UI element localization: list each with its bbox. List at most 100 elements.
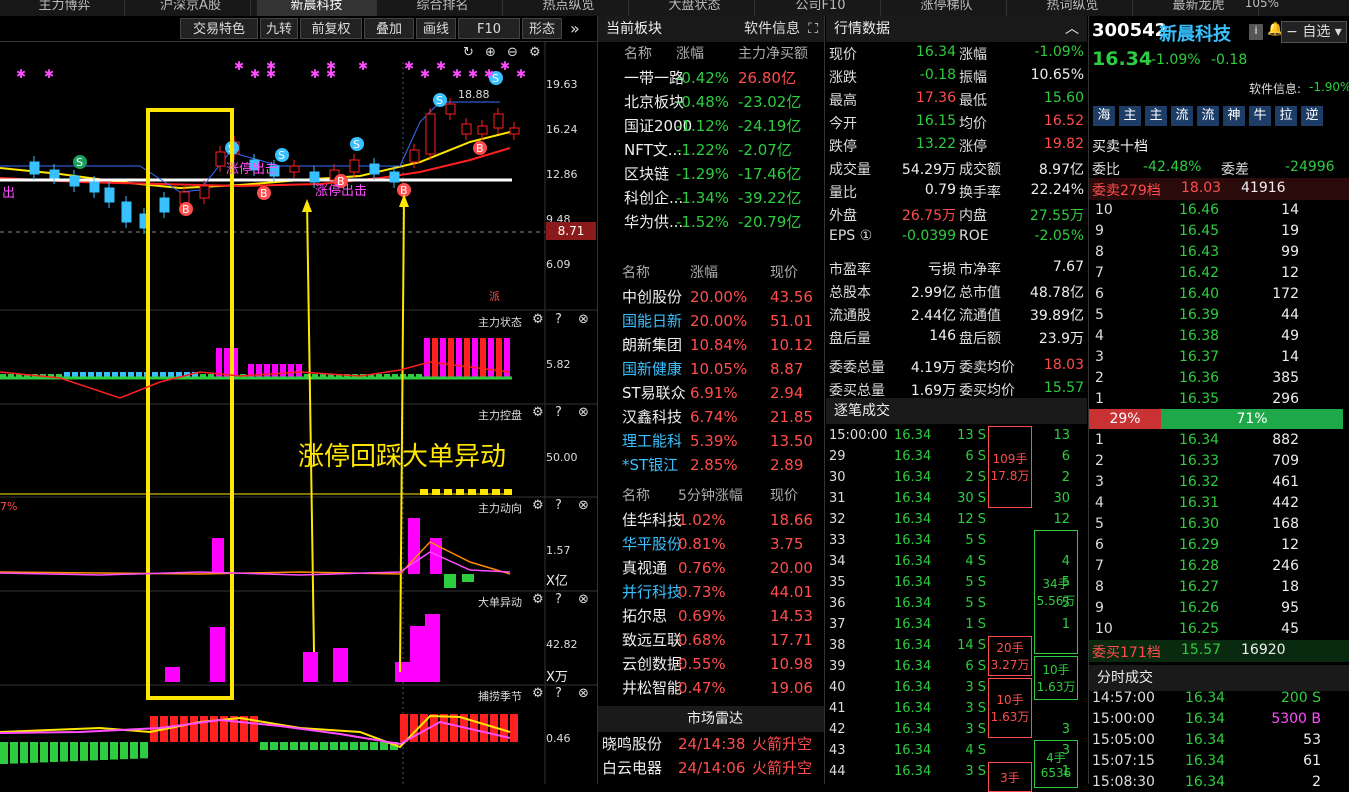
draw-line-button[interactable]: 画线 — [416, 18, 456, 39]
tab[interactable]: 沪深京A股 — [131, 0, 251, 16]
stock-name[interactable]: 新晨科技 — [1159, 20, 1231, 46]
panel-settings-icon[interactable]: ⚙ — [532, 686, 544, 701]
ask-price[interactable]: 16.37 — [1179, 349, 1219, 365]
stock-name-cell[interactable]: 拓尔思 — [622, 604, 667, 628]
expand-icon[interactable]: » — [570, 19, 580, 38]
bid-price[interactable]: 16.33 — [1179, 453, 1219, 469]
stock-name-cell[interactable]: 并行科技 — [622, 580, 682, 604]
value-cell: -1.22% — [676, 141, 730, 159]
stock-name-cell[interactable]: 中创股份 — [622, 285, 682, 309]
tag-badge[interactable]: 流 — [1197, 106, 1219, 126]
tab[interactable]: 涨停梯队 — [887, 0, 1007, 16]
bid-price[interactable]: 16.26 — [1179, 600, 1219, 616]
zoom-out-icon[interactable]: ⊖ — [507, 45, 518, 60]
tab[interactable]: 大盘状态 — [635, 0, 755, 16]
bid-price[interactable]: 16.27 — [1179, 579, 1219, 595]
stock-name-cell[interactable]: 科创企... — [624, 186, 683, 210]
help-icon[interactable]: ? — [555, 686, 562, 701]
nine-turn-button[interactable]: 九转 — [260, 18, 298, 39]
panel-settings-icon[interactable]: ⚙ — [532, 498, 544, 513]
ask-price[interactable]: 16.46 — [1179, 202, 1219, 218]
stock-name-cell[interactable]: 区块链 — [624, 162, 669, 186]
tag-badge[interactable]: 牛 — [1249, 106, 1271, 126]
ask-price[interactable]: 16.45 — [1179, 223, 1219, 239]
help-icon[interactable]: ? — [555, 405, 562, 420]
tag-badge[interactable]: 神 — [1223, 106, 1245, 126]
stock-name-cell[interactable]: 致远互联 — [622, 628, 682, 652]
stock-name-cell[interactable]: 国新健康 — [622, 357, 682, 381]
tag-badge[interactable]: 主 — [1119, 106, 1141, 126]
value-cell: 0.47% — [678, 679, 726, 697]
ask-price[interactable]: 16.40 — [1179, 286, 1219, 302]
help-icon[interactable]: ? — [555, 498, 562, 513]
stock-name-cell[interactable]: 佳华科技 — [622, 508, 682, 532]
tag-badge[interactable]: 逆 — [1301, 106, 1323, 126]
ask-price[interactable]: 16.36 — [1179, 370, 1219, 386]
close-icon[interactable]: ⊗ — [578, 592, 589, 607]
pattern-button[interactable]: 形态 — [522, 18, 562, 39]
stock-name-cell[interactable]: 真视通 — [622, 556, 667, 580]
close-icon[interactable]: ⊗ — [578, 686, 589, 701]
value-cell: -17.46亿 — [738, 165, 802, 183]
tab[interactable]: 综合排名 — [383, 0, 503, 16]
close-icon[interactable]: ⊗ — [578, 498, 589, 513]
refresh-icon[interactable]: ↻ — [463, 45, 474, 60]
bid-price[interactable]: 16.28 — [1179, 558, 1219, 574]
zoom-in-icon[interactable]: ⊕ — [485, 45, 496, 60]
stock-name-cell[interactable]: 国能日新 — [622, 309, 682, 333]
stock-name-cell[interactable]: 一带一路 — [624, 66, 684, 90]
panel-settings-icon[interactable]: ⚙ — [532, 592, 544, 607]
tab[interactable]: 最新龙虎 — [1139, 0, 1259, 16]
stock-name-cell[interactable]: NFT文... — [624, 138, 682, 162]
tab[interactable]: 热点纵览 — [509, 0, 629, 16]
trade-feature-button[interactable]: 交易特色 — [180, 18, 258, 39]
bid-price[interactable]: 16.30 — [1179, 516, 1219, 532]
tag-badge[interactable]: 海 — [1093, 106, 1115, 126]
stock-name-cell[interactable]: 华为供... — [624, 210, 683, 234]
ask-price[interactable]: 16.35 — [1179, 391, 1219, 407]
close-icon[interactable]: ⊗ — [578, 312, 589, 327]
help-icon[interactable]: ? — [555, 592, 562, 607]
state-bar — [280, 364, 286, 378]
season-bar — [290, 742, 298, 750]
f10-dropdown[interactable]: F10 — [458, 18, 520, 39]
value-cell: 2.89 — [770, 456, 804, 474]
tag-badge[interactable]: 拉 — [1275, 106, 1297, 126]
value-cell: -1.52% — [676, 213, 730, 231]
bid-price[interactable]: 16.29 — [1179, 537, 1219, 553]
panel-settings-icon[interactable]: ⚙ — [532, 312, 544, 327]
adjust-dropdown[interactable]: 前复权 — [300, 18, 362, 39]
overlay-dropdown[interactable]: 叠加 — [364, 18, 414, 39]
bid-price[interactable]: 16.34 — [1179, 432, 1219, 448]
tag-badge[interactable]: 流 — [1171, 106, 1193, 126]
close-icon[interactable]: ⊗ — [578, 405, 589, 420]
stock-name-cell[interactable]: 理工能科 — [622, 429, 682, 453]
ask-price[interactable]: 16.43 — [1179, 244, 1219, 260]
stock-name-cell[interactable]: 华平股份 — [622, 532, 682, 556]
bid-price[interactable]: 16.32 — [1179, 474, 1219, 490]
bigorder-bar — [210, 627, 225, 682]
help-icon[interactable]: ? — [555, 312, 562, 327]
bid-price[interactable]: 16.31 — [1179, 495, 1219, 511]
ask-price[interactable]: 16.39 — [1179, 307, 1219, 323]
panel-settings-icon[interactable]: ⚙ — [532, 405, 544, 420]
info-icon[interactable]: i — [1249, 24, 1263, 40]
ask-price[interactable]: 16.42 — [1179, 265, 1219, 281]
tab[interactable]: 新晨科技 — [257, 0, 377, 16]
stock-name-cell[interactable]: 汉鑫科技 — [622, 405, 682, 429]
quote-label: 换手率 — [959, 185, 1001, 201]
tab[interactable]: 主力博弈 — [5, 0, 125, 16]
tab[interactable]: 热词纵览 — [1013, 0, 1133, 16]
fav-button[interactable]: − 自选 ▾ — [1281, 21, 1347, 43]
tag-badge[interactable]: 主 — [1145, 106, 1167, 126]
stock-name-cell[interactable]: *ST银江 — [622, 453, 678, 477]
stock-name-cell[interactable]: 井松智能 — [622, 676, 682, 700]
tab[interactable]: 公司F10 — [761, 0, 881, 16]
bid-price[interactable]: 16.25 — [1179, 621, 1219, 637]
stock-name-cell[interactable]: 北京板块 — [624, 90, 684, 114]
stock-name-cell[interactable]: 朗新集团 — [622, 333, 682, 357]
stock-name-cell[interactable]: 云创数据 — [622, 652, 682, 676]
settings-icon[interactable]: ⚙ — [529, 45, 541, 60]
ask-price[interactable]: 16.38 — [1179, 328, 1219, 344]
stock-name-cell[interactable]: ST易联众 — [622, 381, 686, 405]
